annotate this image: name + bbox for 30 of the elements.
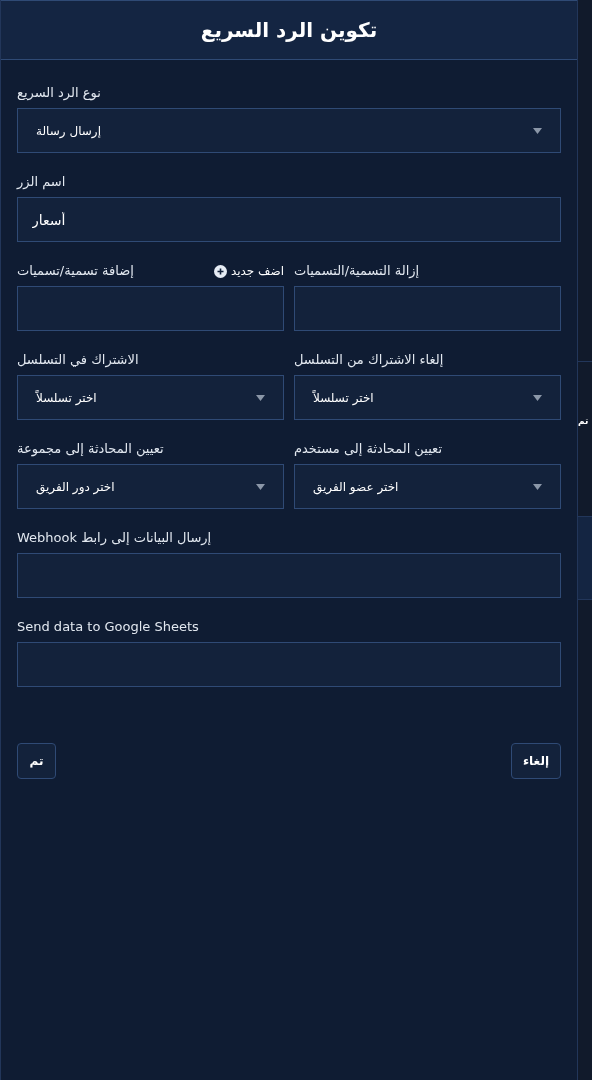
side-button-text[interactable]: تم [578, 415, 589, 429]
caret-icon [256, 483, 265, 490]
caret-icon [256, 394, 265, 401]
select-field[interactable]: اختر عضو الفريق [294, 464, 561, 509]
input-field[interactable] [294, 286, 561, 331]
select-field[interactable]: اختر دور الفريق [17, 464, 284, 509]
field-label: إزالة التسمية/التسميات [294, 262, 420, 281]
field-label: Send data to Google Sheets [17, 618, 199, 637]
dialog-title: تكوين الرد السريع [200, 17, 378, 44]
cancel-button[interactable]: إلغاء [511, 743, 561, 779]
field-label: تعيين المحادثة إلى مستخدم [294, 440, 442, 459]
caret-icon [533, 394, 542, 401]
add-new-link[interactable]: اضف جديد [213, 262, 284, 280]
input-field[interactable] [17, 286, 284, 331]
plus-icon [213, 264, 227, 278]
caret-icon [533, 127, 542, 134]
field-label: اسم الزر [17, 173, 66, 192]
select-field[interactable]: إرسال رسالة [17, 108, 561, 153]
caret-icon [533, 483, 542, 490]
field-label: إرسال البيانات إلى رابط Webhook [17, 529, 212, 548]
done-button[interactable]: تم [17, 743, 56, 779]
input-field[interactable] [17, 642, 561, 687]
field-label: إضافة تسمية/تسميات [17, 262, 134, 281]
input-field[interactable] [17, 553, 561, 598]
field-label: تعيين المحادثة إلى مجموعة [17, 440, 164, 459]
field-label: إلغاء الاشتراك من التسلسل [294, 351, 444, 370]
field-label: نوع الرد السريع [17, 84, 101, 103]
field-label: الاشتراك في التسلسل [17, 351, 139, 370]
select-field[interactable]: اختر تسلسلاً [17, 375, 284, 420]
select-field[interactable]: اختر تسلسلاً [294, 375, 561, 420]
